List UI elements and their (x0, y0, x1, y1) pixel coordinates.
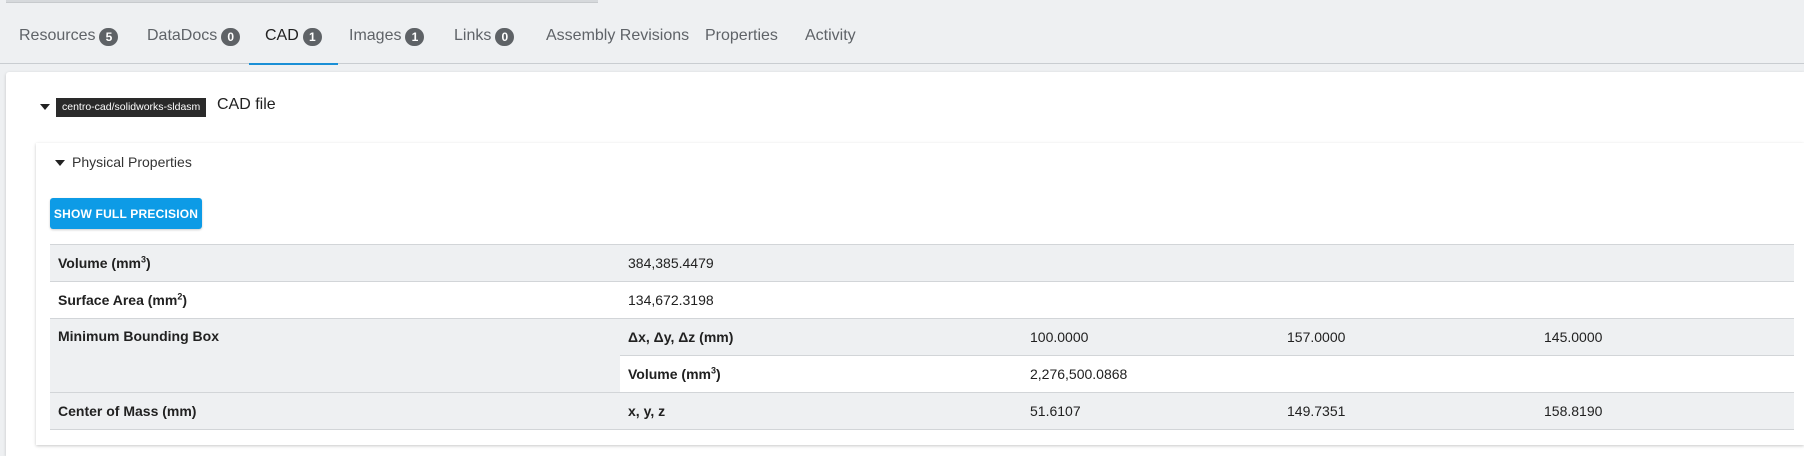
tab-images[interactable]: Images 1 (349, 27, 425, 64)
tab-label: DataDocs (147, 27, 218, 44)
bbox-volume-value: 2,276,500.0868 (1022, 355, 1794, 393)
count-badge: 1 (405, 28, 425, 46)
count-badge: 0 (221, 28, 241, 46)
section-caret-icon[interactable] (55, 160, 65, 166)
com-y-value: 149.7351 (1279, 392, 1536, 430)
physical-properties-title[interactable]: Physical Properties (72, 154, 192, 170)
tab-label: Links (454, 27, 492, 44)
count-badge: 1 (302, 28, 322, 46)
table-row: Surface Area (mm2) 134,672.3198 (50, 281, 1794, 319)
bounding-box-label: Minimum Bounding Box (50, 318, 620, 393)
tab-properties[interactable]: Properties (705, 27, 778, 64)
center-of-mass-label: Center of Mass (mm) (50, 392, 620, 430)
count-badge: 5 (99, 28, 119, 46)
tab-bar: Resources 5 DataDocs 0 CAD 1 Images 1 Li… (0, 0, 1804, 65)
count-badge: 0 (495, 28, 515, 46)
com-coords-label: x, y, z (620, 392, 1022, 430)
com-z-value: 158.8190 (1536, 392, 1794, 430)
tab-label: CAD (265, 27, 299, 44)
tab-label: Properties (705, 27, 778, 44)
tab-label: Activity (805, 27, 856, 44)
tab-assembly-revisions[interactable]: Assembly Revisions (546, 27, 689, 64)
show-full-precision-button[interactable]: SHOW FULL PRECISION (50, 198, 202, 229)
surface-area-label: Surface Area (mm2) (50, 281, 620, 319)
table-row: Center of Mass (mm) x, y, z 51.6107 149.… (50, 392, 1794, 430)
collapse-caret-icon[interactable] (40, 104, 50, 110)
bbox-volume-label: Volume (mm3) (620, 355, 1022, 393)
bbox-dx-value: 100.0000 (1022, 318, 1279, 356)
cad-format-tag: centro-cad/solidworks-sldasm (56, 98, 207, 117)
volume-value: 384,385.4479 (620, 244, 1794, 282)
bbox-dy-value: 157.0000 (1279, 318, 1536, 356)
bbox-dz-value: 145.0000 (1536, 318, 1794, 356)
bbox-dims-label: Δx, Δy, Δz (mm) (620, 318, 1022, 356)
surface-area-value: 134,672.3198 (620, 281, 1794, 319)
table-row: Volume (mm3) 384,385.4479 (50, 244, 1794, 282)
physical-properties-table: Volume (mm3) 384,385.4479 Surface Area (… (50, 244, 1794, 430)
tab-label: Images (349, 27, 402, 44)
volume-label: Volume (mm3) (50, 244, 620, 282)
com-x-value: 51.6107 (1022, 392, 1279, 430)
tab-label: Assembly Revisions (546, 27, 690, 44)
cad-file-title: CAD file (217, 96, 276, 113)
tab-datadocs[interactable]: DataDocs 0 (147, 27, 241, 64)
table-row: Minimum Bounding Box Δx, Δy, Δz (mm) 100… (50, 318, 1794, 393)
tab-resources[interactable]: Resources 5 (19, 27, 119, 64)
tab-links[interactable]: Links 0 (454, 27, 515, 64)
tab-activity[interactable]: Activity (805, 27, 856, 64)
tab-cad[interactable]: CAD 1 (249, 27, 338, 65)
tab-label: Resources (19, 27, 96, 44)
